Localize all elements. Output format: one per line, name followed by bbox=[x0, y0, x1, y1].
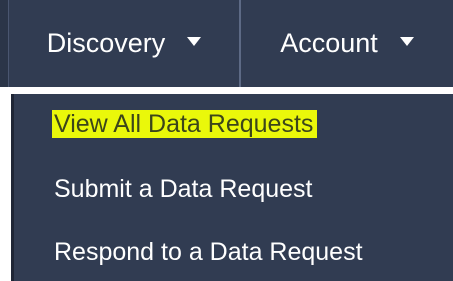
nav-discovery-label: Discovery bbox=[46, 28, 166, 58]
caret-down-icon bbox=[399, 37, 414, 46]
menu-item-label: Respond to a Data Request bbox=[54, 238, 363, 266]
menu-item-respond-data-request[interactable]: Respond to a Data Request bbox=[54, 235, 363, 269]
menu-item-submit-data-request[interactable]: Submit a Data Request bbox=[54, 172, 312, 206]
discovery-dropdown-menu: View All Data Requests Submit a Data Req… bbox=[11, 94, 453, 281]
dropdown-gap bbox=[0, 87, 453, 94]
menu-item-label: Submit a Data Request bbox=[54, 175, 313, 203]
navbar-left-edge bbox=[0, 0, 9, 87]
caret-down-icon bbox=[187, 37, 202, 46]
menu-item-view-all-data-requests[interactable]: View All Data Requests bbox=[52, 107, 318, 141]
nav-account-label: Account bbox=[280, 28, 378, 58]
top-navbar: Discovery Account bbox=[0, 0, 453, 87]
nav-discovery[interactable]: Discovery bbox=[9, 0, 241, 87]
menu-item-label: View All Data Requests bbox=[52, 110, 318, 138]
nav-account[interactable]: Account bbox=[241, 0, 453, 87]
